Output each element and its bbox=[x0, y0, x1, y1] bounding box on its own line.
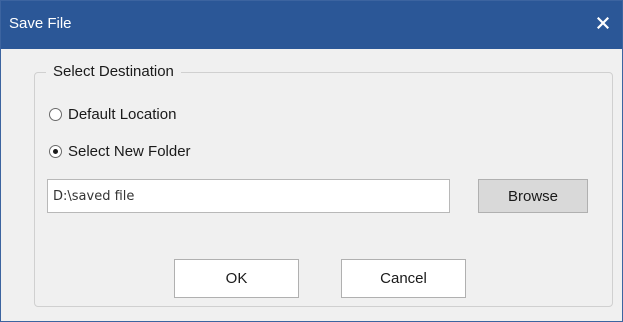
save-file-dialog: Save File Select Destination Default Loc… bbox=[0, 0, 623, 322]
close-icon bbox=[597, 17, 609, 29]
cancel-button[interactable]: Cancel bbox=[341, 259, 466, 298]
default-location-option[interactable]: Default Location bbox=[49, 106, 176, 123]
default-location-radio[interactable] bbox=[49, 108, 62, 121]
title-bar: Save File bbox=[1, 1, 622, 49]
select-new-folder-label: Select New Folder bbox=[68, 143, 191, 160]
dialog-title: Save File bbox=[9, 15, 72, 32]
browse-button[interactable]: Browse bbox=[478, 179, 588, 213]
close-button[interactable] bbox=[590, 10, 616, 36]
select-new-folder-radio[interactable] bbox=[49, 145, 62, 158]
destination-group-legend: Select Destination bbox=[46, 63, 181, 80]
default-location-label: Default Location bbox=[68, 106, 177, 123]
select-new-folder-option[interactable]: Select New Folder bbox=[49, 143, 191, 160]
folder-path-input[interactable] bbox=[47, 179, 450, 213]
ok-button[interactable]: OK bbox=[174, 259, 299, 298]
